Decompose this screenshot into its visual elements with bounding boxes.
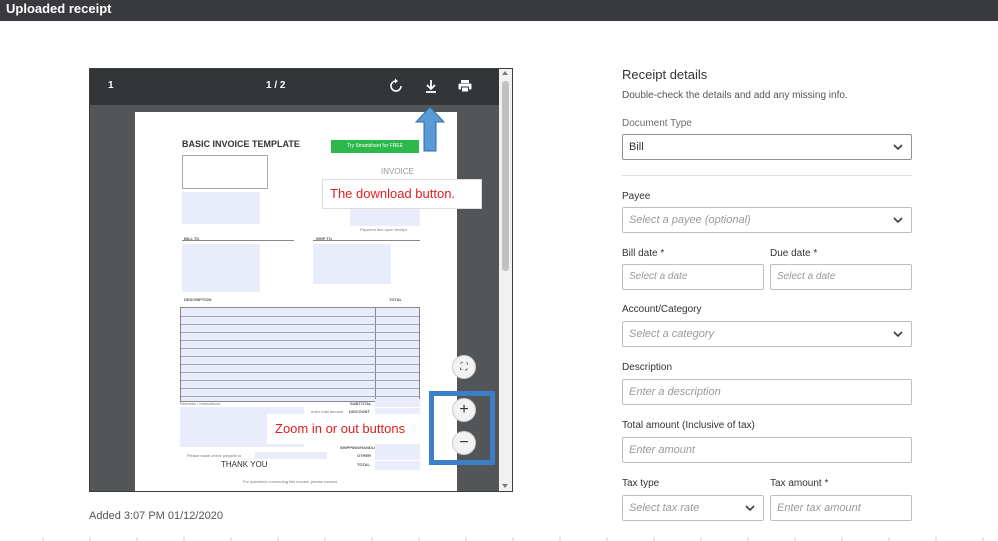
chevron-down-icon <box>745 505 755 512</box>
description-label: Description <box>622 362 673 373</box>
invoice-title: BASIC INVOICE TEMPLATE <box>182 139 300 149</box>
total-amount-label: Total amount (Inclusive of tax) <box>622 420 755 431</box>
account-category-label: Account/Category <box>622 304 702 315</box>
payable-fill <box>255 452 327 459</box>
other-label: OTHER <box>357 453 371 458</box>
current-page-number: 1 <box>108 80 114 91</box>
page-title: Uploaded receipt <box>6 1 112 16</box>
document-type-select[interactable]: Bill <box>622 134 912 160</box>
document-type-label: Document Type <box>622 118 692 129</box>
table-row <box>181 380 419 381</box>
tax-type-select[interactable]: Select tax rate <box>622 495 764 521</box>
tax-amount-placeholder: Enter tax amount <box>777 502 861 514</box>
other-fill <box>375 452 420 460</box>
table-row <box>181 364 419 365</box>
page-counter: 1 / 2 <box>266 80 286 91</box>
chevron-down-icon <box>893 217 903 224</box>
payment-note: Payment due upon receipt. <box>360 227 408 232</box>
payee-label: Payee <box>622 191 651 202</box>
invoice-label: INVOICE <box>381 167 414 176</box>
table-row <box>181 316 419 317</box>
subtotal-label: SUBTOTAL <box>350 401 372 406</box>
remarks-label: Remarks / Instructions: <box>180 401 221 406</box>
header-bar: Uploaded receipt <box>0 0 998 21</box>
viewer-toolbar: 1 1 / 2 <box>90 69 500 105</box>
receipt-details-subtitle: Double-check the details and add any mis… <box>622 90 848 101</box>
description-input[interactable]: Enter a description <box>622 379 912 405</box>
company-fill <box>182 192 260 224</box>
table-row <box>181 396 419 397</box>
download-callout: The download button. <box>322 179 482 209</box>
added-timestamp: Added 3:07 PM 01/12/2020 <box>89 510 223 522</box>
bottom-ticks <box>42 537 984 541</box>
tax-type-label: Tax type <box>622 478 660 489</box>
chevron-down-icon <box>893 144 903 151</box>
shipping-fill <box>375 444 420 452</box>
zoom-out-button[interactable]: − <box>452 431 476 455</box>
table-row <box>181 340 419 341</box>
tax-amount-input[interactable]: Enter tax amount <box>770 495 912 521</box>
bill-to-label: BILL TO <box>184 236 200 241</box>
zoom-in-button[interactable]: + <box>452 398 476 422</box>
account-category-select[interactable]: Select a category <box>622 321 912 347</box>
scroll-up-arrow-icon[interactable] <box>502 71 508 75</box>
line-items-table <box>180 307 420 402</box>
document-type-value: Bill <box>629 141 644 153</box>
table-row <box>181 324 419 325</box>
smartsheet-button: Try Smartsheet for FREE <box>331 140 419 153</box>
description-placeholder: Enter a description <box>629 386 721 398</box>
app-root: Uploaded receipt 1 1 / 2 BASIC INVOICE T… <box>0 0 998 541</box>
total-header: TOTAL <box>389 297 402 302</box>
tax-amount-label: Tax amount * <box>770 478 829 489</box>
table-row <box>181 332 419 333</box>
thank-you-text: THANK YOU <box>221 460 268 469</box>
tax-type-placeholder: Select tax rate <box>629 502 700 514</box>
receipt-details-title: Receipt details <box>622 67 708 82</box>
bill-date-label: Bill date * <box>622 248 665 259</box>
table-row <box>181 348 419 349</box>
rotate-icon[interactable] <box>388 78 404 94</box>
viewer-scrollbar[interactable] <box>499 69 512 491</box>
due-date-input[interactable]: Select a date <box>770 264 912 290</box>
zoom-callout: Zoom in or out buttons <box>267 414 425 444</box>
description-header: DESCRIPTION <box>184 297 212 302</box>
payee-placeholder: Select a payee (optional) <box>629 214 751 226</box>
total-amount-placeholder: Enter amount <box>629 444 696 456</box>
table-row <box>181 388 419 389</box>
ship-to-fill <box>313 244 391 284</box>
check-note: Please make check payable to <box>187 453 242 458</box>
logo-placeholder <box>182 155 268 189</box>
questions-note: For questions concerning this invoice, p… <box>243 479 337 484</box>
total-amount-input[interactable]: Enter amount <box>622 437 912 463</box>
payee-select[interactable]: Select a payee (optional) <box>622 207 912 233</box>
account-category-placeholder: Select a category <box>629 328 714 340</box>
section-divider <box>622 175 912 176</box>
bill-to-fill <box>182 244 260 292</box>
scroll-thumb[interactable] <box>502 81 509 271</box>
scroll-down-arrow-icon[interactable] <box>502 484 508 488</box>
download-icon[interactable] <box>423 78 439 94</box>
table-row <box>181 372 419 373</box>
print-icon[interactable] <box>457 78 473 94</box>
grand-total-fill <box>375 461 420 470</box>
download-arrow-annotation-icon <box>415 106 445 152</box>
due-date-label: Due date * <box>770 248 818 259</box>
grand-total-label: TOTAL <box>357 462 370 467</box>
table-row <box>181 356 419 357</box>
chevron-down-icon <box>893 331 903 338</box>
ship-to-label: SHIP TO <box>316 236 332 241</box>
fit-to-page-button[interactable]: ⛶ <box>452 355 476 379</box>
bill-date-placeholder: Select a date <box>629 271 688 282</box>
due-date-placeholder: Select a date <box>777 271 836 282</box>
bill-date-input[interactable]: Select a date <box>622 264 764 290</box>
subtotal-fill <box>375 399 420 407</box>
